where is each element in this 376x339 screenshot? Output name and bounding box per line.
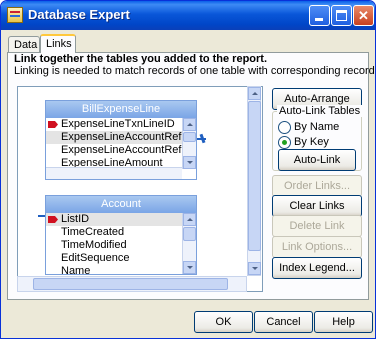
by-key-radio[interactable] <box>278 136 291 149</box>
table-scroll-thumb[interactable] <box>183 227 196 241</box>
order-links-button[interactable]: Order Links... <box>272 175 362 197</box>
minimize-button[interactable] <box>309 5 330 26</box>
instructions-heading: Link together the tables you added to th… <box>14 53 268 65</box>
minimize-icon <box>315 18 323 21</box>
canvas-horizontal-scrollbar[interactable] <box>17 276 247 292</box>
table-field[interactable]: TimeCreated <box>46 226 196 239</box>
ok-button[interactable]: OK <box>194 311 253 333</box>
key-icon <box>48 121 58 128</box>
table-header[interactable]: Account <box>46 196 196 213</box>
help-button[interactable]: Help <box>314 311 373 333</box>
window-title: Database Expert <box>28 7 130 22</box>
scroll-down-icon[interactable] <box>183 156 196 169</box>
by-name-label[interactable]: By Name <box>294 121 339 134</box>
auto-link-button[interactable]: Auto-Link <box>278 149 356 171</box>
table-field[interactable]: ExpenseLineTxnLineID <box>46 118 196 131</box>
close-button[interactable]: ✕ <box>353 5 374 26</box>
scroll-down-icon[interactable] <box>183 261 196 274</box>
database-expert-window: Database Expert ✕ Data Links Link togeth… <box>0 0 376 339</box>
tab-links[interactable]: Links <box>40 34 76 53</box>
table-header[interactable]: BillExpenseLine <box>46 101 196 118</box>
table-field-selected[interactable]: ListID <box>46 213 196 226</box>
close-icon: ✕ <box>358 8 369 23</box>
scroll-up-icon[interactable] <box>183 118 196 131</box>
canvas-hscroll-thumb[interactable] <box>33 278 228 290</box>
instructions-subtext: Linking is needed to match records of on… <box>14 65 375 77</box>
canvas-scroll-thumb[interactable] <box>248 101 261 251</box>
auto-link-tables-label: Auto-Link Tables <box>277 105 363 117</box>
table-vertical-scrollbar[interactable] <box>182 213 196 274</box>
by-key-label[interactable]: By Key <box>294 136 329 149</box>
clear-links-button[interactable]: Clear Links <box>272 195 362 217</box>
delete-link-button[interactable]: Delete Link <box>272 215 362 237</box>
title-bar[interactable]: Database Expert ✕ <box>1 1 375 30</box>
scroll-down-icon[interactable] <box>248 262 261 275</box>
index-legend-button[interactable]: Index Legend... <box>272 257 362 279</box>
table-field-selected[interactable]: ExpenseLineAccountRefListID <box>46 131 196 144</box>
key-icon <box>48 216 58 223</box>
table-field[interactable]: EditSequence <box>46 252 196 265</box>
maximize-icon <box>336 10 347 21</box>
tab-data[interactable]: Data <box>8 36 40 52</box>
canvas-vertical-scrollbar[interactable] <box>247 86 261 276</box>
table-field[interactable]: TimeModified <box>46 239 196 252</box>
maximize-button[interactable] <box>331 5 352 26</box>
table-scroll-thumb[interactable] <box>183 132 196 142</box>
cancel-button[interactable]: Cancel <box>254 311 313 333</box>
by-name-radio[interactable] <box>278 121 291 134</box>
table-account[interactable]: Account ListID TimeCreated TimeModified … <box>45 195 197 278</box>
table-horizontal-scrollbar[interactable] <box>46 167 182 179</box>
table-billexpenseline[interactable]: BillExpenseLine ExpenseLineTxnLineID Exp… <box>45 100 197 180</box>
table-field[interactable]: ExpenseLineAccountRefFullName <box>46 144 196 157</box>
database-expert-app-icon <box>7 7 23 23</box>
link-options-button[interactable]: Link Options... <box>272 236 362 258</box>
scroll-up-icon[interactable] <box>183 213 196 226</box>
table-vertical-scrollbar[interactable] <box>182 118 196 169</box>
table-field[interactable]: Name <box>46 265 196 278</box>
scroll-up-icon[interactable] <box>248 87 261 100</box>
